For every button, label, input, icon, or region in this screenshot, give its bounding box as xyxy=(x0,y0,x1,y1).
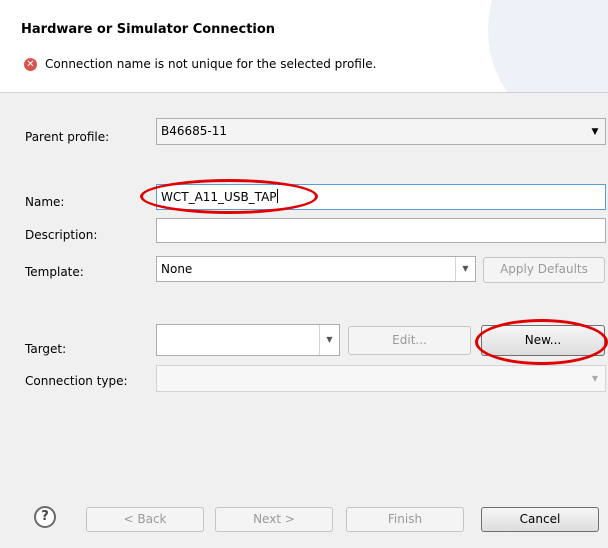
description-label: Description: xyxy=(25,228,98,242)
template-label: Template: xyxy=(25,265,84,279)
wizard-title: Hardware or Simulator Connection xyxy=(21,22,276,37)
finish-button[interactable]: Finish xyxy=(346,507,464,532)
parent-profile-value: B46685-11 xyxy=(161,124,228,138)
template-value: None xyxy=(161,262,193,276)
chevron-down-icon[interactable]: ▼ xyxy=(455,257,475,281)
edit-target-button[interactable]: Edit... xyxy=(348,326,471,355)
help-icon[interactable]: ? xyxy=(34,506,56,528)
chevron-down-icon[interactable]: ▼ xyxy=(585,366,605,391)
target-select[interactable]: ▼ xyxy=(156,324,340,356)
error-icon: ✕ xyxy=(24,58,37,71)
next-button[interactable]: Next > xyxy=(215,507,333,532)
chevron-down-icon[interactable]: ▼ xyxy=(319,325,339,355)
description-input[interactable] xyxy=(156,218,606,243)
parent-profile-select[interactable]: B46685-11 ▼ xyxy=(156,118,606,145)
new-target-button[interactable]: New... xyxy=(481,325,605,356)
cancel-button[interactable]: Cancel xyxy=(481,507,599,532)
connection-type-label: Connection type: xyxy=(25,374,128,388)
text-cursor xyxy=(276,189,278,203)
back-button[interactable]: < Back xyxy=(86,507,204,532)
error-message: Connection name is not unique for the se… xyxy=(45,57,377,71)
apply-defaults-button[interactable]: Apply Defaults xyxy=(483,257,605,283)
name-input[interactable]: WCT_A11_USB_TAP xyxy=(156,184,606,210)
target-label: Target: xyxy=(25,342,67,356)
parent-profile-label: Parent profile: xyxy=(25,130,110,144)
name-label: Name: xyxy=(25,195,65,209)
name-value: WCT_A11_USB_TAP xyxy=(161,190,277,204)
header-decoration xyxy=(488,0,608,92)
wizard-header: Hardware or Simulator Connection ✕ Conne… xyxy=(0,0,608,93)
chevron-down-icon[interactable]: ▼ xyxy=(585,119,605,144)
connection-type-select[interactable]: ▼ xyxy=(156,365,606,392)
template-select[interactable]: None ▼ xyxy=(156,256,476,282)
